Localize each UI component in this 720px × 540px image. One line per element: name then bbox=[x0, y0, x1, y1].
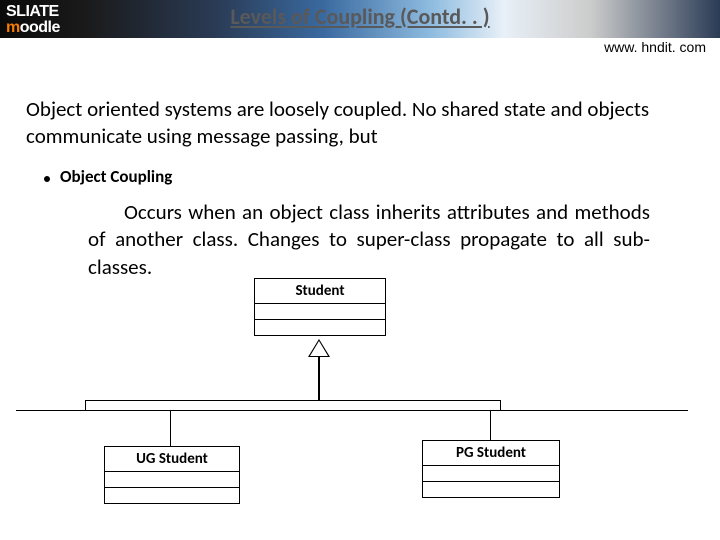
uml-class-child-left: UG Student bbox=[104, 446, 240, 504]
brand-word-post: oodle bbox=[20, 19, 60, 36]
bullet-item: Object Coupling bbox=[44, 168, 696, 185]
uml-class-parent: Student bbox=[254, 278, 386, 336]
connector-v-right bbox=[490, 410, 491, 440]
bullet-list: Object Coupling bbox=[44, 168, 696, 185]
slide-body: Object oriented systems are loosely coup… bbox=[0, 38, 720, 282]
uml-op-slot bbox=[255, 319, 385, 335]
connector-h-wide bbox=[16, 410, 688, 411]
bullet-description: Occurs when an object class inherits att… bbox=[88, 199, 650, 282]
connector-h-top bbox=[85, 400, 501, 401]
source-url: www. hndit. com bbox=[604, 40, 706, 54]
bullet-dot-icon bbox=[44, 176, 50, 182]
uml-childR-name: PG Student bbox=[423, 441, 559, 465]
inheritance-arrow-icon bbox=[308, 339, 330, 357]
uml-class-child-right: PG Student bbox=[422, 440, 560, 498]
uml-attr-slot bbox=[255, 303, 385, 319]
connector-v-main bbox=[318, 357, 320, 401]
uml-attr-slot bbox=[423, 465, 559, 481]
slide-title: Levels of Coupling (Contd. . ) bbox=[230, 6, 489, 28]
brand-logo: SLIATE moodle bbox=[6, 4, 60, 36]
uml-childL-name: UG Student bbox=[105, 447, 239, 471]
uml-attr-slot bbox=[105, 471, 239, 487]
bullet-label: Object Coupling bbox=[60, 168, 172, 185]
connector-v-left bbox=[170, 410, 171, 446]
uml-op-slot bbox=[105, 487, 239, 503]
intro-text: Object oriented systems are loosely coup… bbox=[26, 96, 696, 150]
uml-op-slot bbox=[423, 481, 559, 497]
connector-stub-right bbox=[500, 400, 501, 410]
brand-m: m bbox=[6, 19, 20, 36]
connector-stub-left bbox=[85, 400, 86, 410]
brand-prefix: SLIATE bbox=[6, 3, 59, 20]
header-banner: SLIATE moodle Levels of Coupling (Contd.… bbox=[0, 0, 720, 38]
uml-parent-name: Student bbox=[255, 279, 385, 303]
